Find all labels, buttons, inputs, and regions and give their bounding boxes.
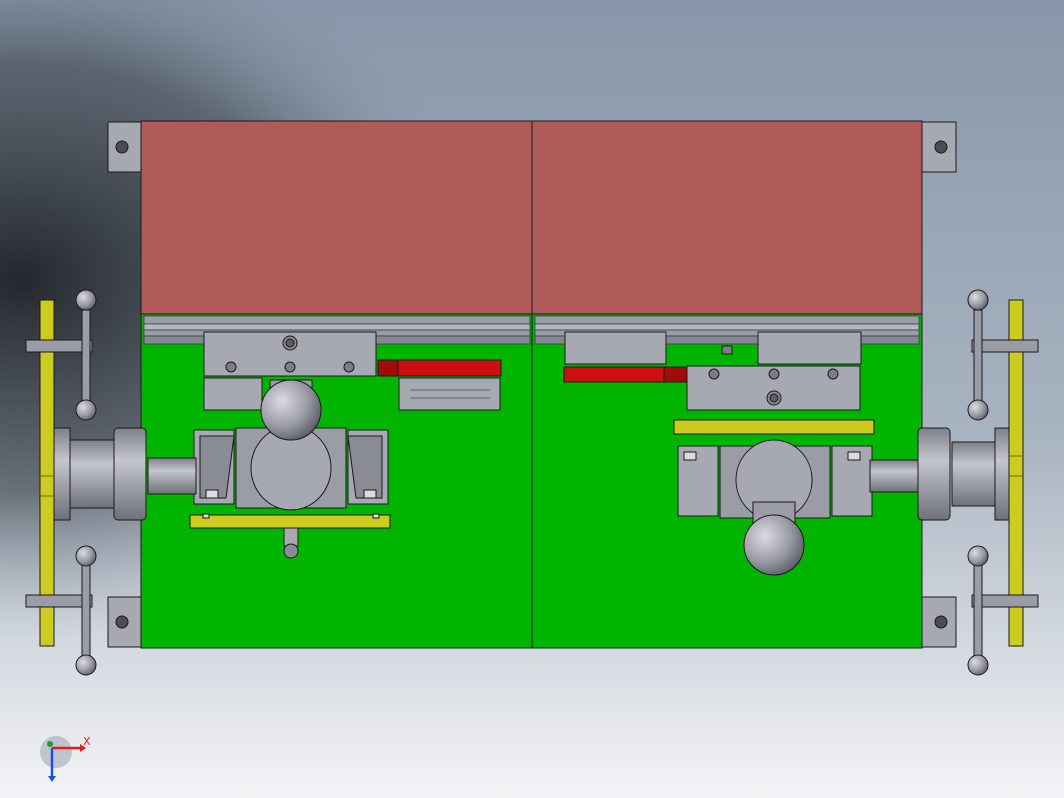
triad-x-label: X	[83, 735, 91, 748]
cad-viewport[interactable]: X	[0, 0, 1064, 798]
top-plate	[140, 120, 923, 315]
triad-z-axis	[47, 741, 53, 747]
